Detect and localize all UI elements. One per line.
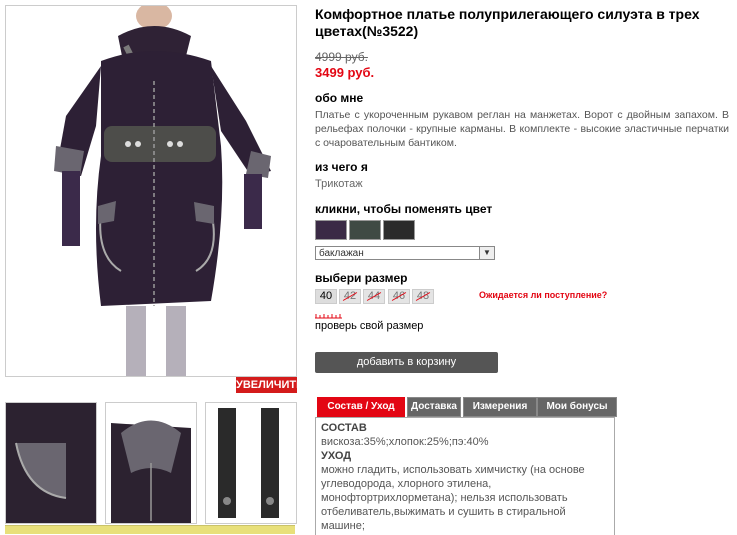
composition-value: вискоза:35%;хлопок:25%;пэ:40% bbox=[321, 436, 489, 448]
tab-delivery[interactable]: Доставка bbox=[407, 397, 461, 417]
color-heading: кликни, чтобы поменять цвет bbox=[315, 202, 493, 216]
color-swatch-black[interactable] bbox=[383, 220, 415, 240]
thumbnail-pocket[interactable] bbox=[5, 402, 97, 524]
zoom-button[interactable]: УВЕЛИЧИТЬ bbox=[236, 377, 304, 393]
thumbnail-collar[interactable] bbox=[105, 402, 197, 524]
care-text: можно гладить, использовать химчистку (н… bbox=[321, 464, 585, 532]
chevron-down-icon: ▼ bbox=[479, 247, 494, 259]
thumbnail-gloves[interactable] bbox=[205, 402, 297, 524]
size-option-46: 46 bbox=[388, 289, 410, 304]
thumbnail-image bbox=[6, 403, 96, 523]
color-select[interactable]: баклажан ▼ bbox=[315, 246, 495, 260]
color-swatch-green[interactable] bbox=[349, 220, 381, 240]
composition-heading: СОСТАВ bbox=[321, 422, 367, 434]
size-option-48: 48 bbox=[412, 289, 434, 304]
material-heading: из чего я bbox=[315, 160, 368, 174]
thumbnail-image bbox=[106, 403, 196, 523]
thumbnail-image bbox=[206, 403, 296, 523]
main-product-photo[interactable] bbox=[5, 5, 297, 377]
ruler-icon bbox=[315, 314, 342, 319]
size-option-44: 44 bbox=[363, 289, 385, 304]
about-text: Платье с укороченным рукавом реглан на м… bbox=[315, 109, 729, 149]
product-title: Комфортное платье полуприлегающего силуэ… bbox=[315, 6, 700, 39]
add-to-cart-button[interactable]: добавить в корзину bbox=[315, 352, 498, 373]
tab-bonuses[interactable]: Мои бонусы bbox=[537, 397, 617, 417]
tab-measurements[interactable]: Измерения bbox=[463, 397, 537, 417]
check-size-link[interactable]: проверь свой размер bbox=[315, 320, 423, 332]
dress-illustration bbox=[6, 6, 296, 376]
size-option-42: 42 bbox=[339, 289, 361, 304]
size-heading: выбери размер bbox=[315, 271, 408, 285]
material-value: Трикотаж bbox=[315, 178, 363, 190]
size-option-40[interactable]: 40 bbox=[315, 289, 337, 304]
old-price: 4999 руб. bbox=[315, 50, 368, 64]
about-heading: обо мне bbox=[315, 91, 364, 105]
color-swatch-eggplant[interactable] bbox=[315, 220, 347, 240]
tab-panel-composition: СОСТАВ вискоза:35%;хлопок:25%;пэ:40% УХО… bbox=[315, 417, 615, 535]
care-heading: УХОД bbox=[321, 450, 352, 462]
tab-composition-care[interactable]: Состав / Уход bbox=[317, 397, 405, 417]
new-price: 3499 руб. bbox=[315, 65, 375, 80]
color-select-value: баклажан bbox=[319, 248, 364, 259]
notify-restock-link[interactable]: Ожидается ли поступление? bbox=[479, 290, 607, 300]
